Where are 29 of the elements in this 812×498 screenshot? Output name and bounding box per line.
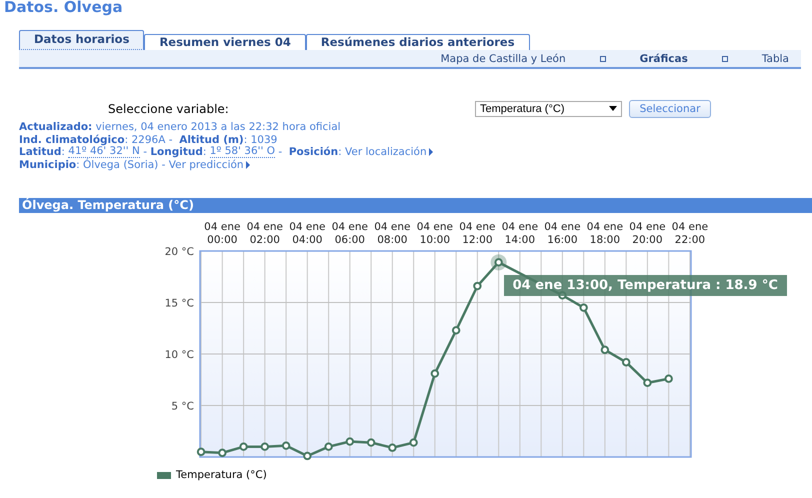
y-axis-label: 10 °C xyxy=(164,349,194,361)
x-axis-label: 04 ene 14:00 xyxy=(502,221,538,246)
x-axis-label: 04 ene 16:00 xyxy=(544,221,581,246)
info-text: Ind. climatológico: 2296A - Altitud (m): 1039 xyxy=(19,134,278,146)
x-axis-label: 04 ene 12:00 xyxy=(459,221,496,246)
section-header: Ólvega. Temperatura (°C) xyxy=(19,198,812,213)
x-axis-label: 04 ene 10:00 xyxy=(416,221,454,246)
page-title: Datos. Olvega xyxy=(3,0,124,18)
y-axis-label: 15 °C xyxy=(164,298,194,310)
x-axis-label: 04 ene 22:00 xyxy=(672,221,708,246)
tooltip: 04 ene 13:00, Temperatura : 18.9 °C xyxy=(504,275,787,296)
info-text: Latitud: xyxy=(19,146,66,158)
x-axis-label: 04 ene 18:00 xyxy=(586,221,624,246)
y-axis-label: 5 °C xyxy=(171,400,194,412)
info-text: - Longitud: xyxy=(142,146,208,158)
coordinate-value: 41º 46' 32'' N xyxy=(68,146,140,158)
coordinate-value: 1º 58' 36'' O xyxy=(210,146,276,158)
x-axis-label: 04 ene 00:00 xyxy=(204,221,240,246)
x-axis-label: 04 ene 08:00 xyxy=(374,221,410,246)
legend-label: Temperatura (°C) xyxy=(176,469,267,481)
info-text: Actualizado: viernes, 04 enero 2013 a las 22:32 hora oficial xyxy=(19,121,341,134)
x-axis-label: 04 ene 02:00 xyxy=(246,221,283,246)
variable-label: Seleccione variable: xyxy=(108,102,230,116)
info-text: - Posición: xyxy=(277,146,343,158)
x-axis-label: 04 ene 20:00 xyxy=(629,221,666,246)
x-axis-label: 04 ene 06:00 xyxy=(332,221,368,246)
x-axis-label: 04 ene 04:00 xyxy=(289,221,326,246)
info-text: Municipio: Ólvega (Soria) - xyxy=(19,158,166,171)
y-axis-label: 20 °C xyxy=(164,246,194,258)
